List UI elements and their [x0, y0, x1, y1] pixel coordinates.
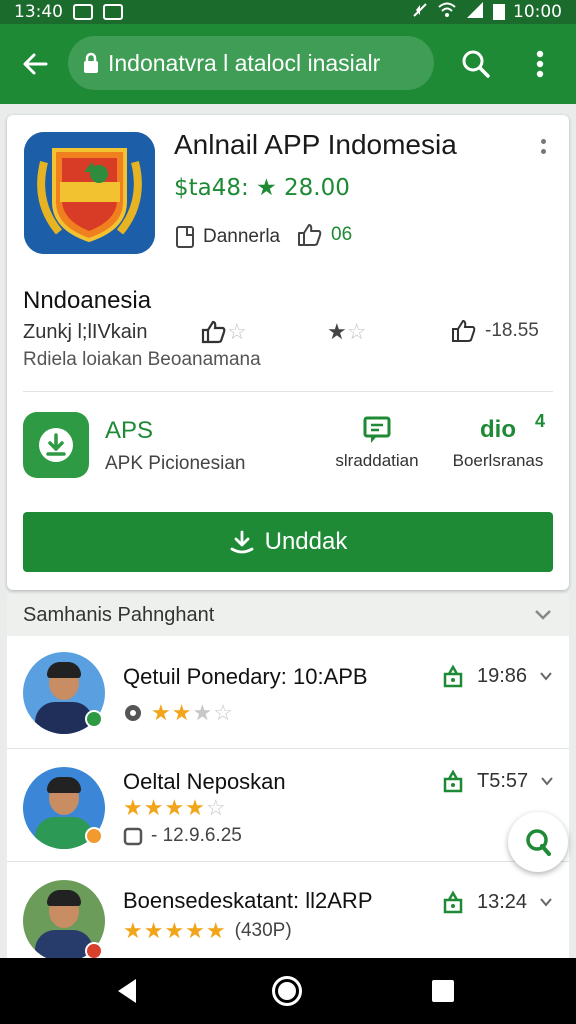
status-bar: 13:40 10:00 — [0, 0, 576, 24]
item-sub: ★★★☆ — [123, 700, 234, 726]
developer-name[interactable]: Nndoanesia — [23, 287, 151, 315]
star-outline-icon: ☆ — [227, 319, 247, 344]
apk-subtitle: APK Picionesian — [105, 453, 246, 474]
item-sub: - 12.9.6.25 — [123, 825, 242, 847]
back-button[interactable] — [0, 24, 70, 104]
item-time: 19:86 — [477, 664, 528, 687]
action-badge: 4 — [535, 411, 546, 431]
thumbs-up-icon — [298, 224, 322, 246]
app-meta-likes[interactable]: 06 — [297, 223, 352, 247]
rating-count: -18.55 — [485, 320, 539, 341]
app-price: $ta48: ★ 28.00 — [174, 175, 350, 201]
lock-open-icon — [443, 664, 463, 688]
section-header[interactable]: Samhanis Pahnghant — [7, 594, 569, 636]
signal-icon — [465, 1, 485, 24]
star-rating: ★★★☆ — [151, 700, 234, 725]
item-subtext: - 12.9.6.25 — [151, 825, 242, 846]
gear-icon — [125, 705, 141, 721]
divider — [23, 391, 553, 392]
search-icon — [462, 50, 490, 78]
developer-description: Rdiela loiakan Beoanamana — [23, 349, 261, 370]
url-bar[interactable]: Indonatvra l atalocl inasialr — [68, 36, 434, 90]
list-item[interactable]: Oeltal Neposkan ★★★★☆ - 12.9.6.25 T5:57 — [7, 749, 569, 862]
toolbar: Indonatvra l atalocl inasialr — [0, 24, 576, 104]
likes-count: 06 — [331, 224, 353, 245]
status-dot — [85, 827, 103, 845]
nav-recents-button[interactable] — [432, 980, 454, 1002]
install-button[interactable]: Unddak — [23, 512, 553, 572]
download-icon — [39, 428, 73, 462]
nav-back-button[interactable] — [114, 977, 140, 1010]
system-nav-bar — [0, 958, 576, 1024]
chevron-down-icon — [541, 777, 553, 786]
more-vert-icon — [536, 50, 544, 78]
app-title: Anlnail APP Indomesia — [174, 129, 457, 160]
chevron-down-icon — [533, 604, 553, 630]
item-time: T5:57 — [477, 769, 529, 792]
gallery-icon — [103, 4, 123, 20]
item-sub: ★★★★★ (430P) — [123, 918, 292, 944]
apk-title: APS — [105, 417, 154, 444]
list-item[interactable]: Qetuil Ponedary: 10:APB ★★★☆ 19:86 — [7, 636, 569, 749]
wifi-icon — [437, 1, 457, 24]
lock-open-icon — [443, 890, 463, 914]
calendar-icon — [123, 827, 143, 846]
floating-action-button[interactable] — [508, 812, 568, 872]
document-icon — [176, 226, 194, 248]
status-dot — [85, 710, 103, 728]
review-list: Qetuil Ponedary: 10:APB ★★★☆ 19:86 Oelta… — [7, 636, 569, 966]
thumbs-up-icon — [201, 320, 226, 344]
list-item[interactable]: Boensedeskatant: ll2ARP ★★★★★ (430P) 13:… — [7, 862, 569, 966]
comment-icon — [363, 416, 391, 443]
lock-open-icon — [443, 769, 463, 793]
star-half-icon: ★ — [327, 319, 347, 344]
apk-download-icon[interactable] — [23, 412, 89, 478]
home-circle-icon — [278, 982, 296, 1000]
item-meta: 13:24 — [441, 890, 553, 914]
mute-icon — [411, 1, 429, 24]
item-title: Qetuil Ponedary: 10:APB — [123, 664, 368, 689]
category-label: Dannerla — [203, 226, 281, 247]
download-icon — [230, 530, 254, 554]
item-meta: T5:57 — [441, 769, 554, 793]
item-time: 13:24 — [477, 890, 528, 913]
status-time-right: 10:00 — [513, 2, 562, 22]
refresh-icon — [526, 829, 551, 856]
item-stars: ★★★★☆ — [123, 795, 227, 821]
app-card: Anlnail APP Indomesia $ta48: ★ 28.00 Dan… — [7, 115, 569, 590]
translation-label: slraddatian — [335, 451, 419, 470]
item-title: Boensedeskatant: ll2ARP — [123, 888, 373, 913]
message-icon — [73, 4, 93, 20]
lock-icon — [82, 52, 100, 74]
app-meta-category: Dannerla — [175, 225, 280, 249]
install-label: Unddak — [264, 528, 348, 555]
nav-home-button[interactable] — [272, 976, 302, 1006]
chevron-down-icon — [540, 898, 552, 907]
card-menu-button[interactable] — [533, 139, 553, 167]
translation-action[interactable]: slraddatian — [329, 415, 425, 471]
status-time: 13:40 — [14, 2, 63, 22]
star-rating: ★★★★★ — [123, 918, 227, 943]
rating-stars-small[interactable]: ★ ☆ — [327, 319, 366, 345]
star-rating: ★★★★☆ — [123, 795, 227, 820]
developer-subtitle: Zunkj l;lIVkain — [23, 321, 148, 343]
rating-count-group[interactable]: -18.55 — [451, 319, 539, 343]
rating-thumb-star[interactable]: ☆ — [201, 319, 247, 345]
services-label: Boerlsranas — [452, 451, 544, 470]
item-meta: 19:86 — [441, 664, 553, 688]
battery-icon — [493, 4, 505, 20]
star-outline-icon: ☆ — [346, 319, 367, 344]
url-text: Indonatvra l atalocl inasialr — [108, 49, 381, 76]
overflow-menu-button[interactable] — [516, 40, 564, 88]
triangle-back-icon — [118, 979, 136, 1003]
chevron-down-icon — [540, 672, 552, 681]
app-logo[interactable] — [24, 132, 155, 254]
item-subtext: (430P) — [234, 920, 292, 941]
arrow-left-icon — [23, 53, 48, 75]
item-title: Oeltal Neposkan — [123, 769, 286, 794]
thumbs-up-icon — [452, 319, 476, 342]
search-button[interactable] — [452, 40, 500, 88]
section-title: Samhanis Pahnghant — [23, 603, 215, 626]
